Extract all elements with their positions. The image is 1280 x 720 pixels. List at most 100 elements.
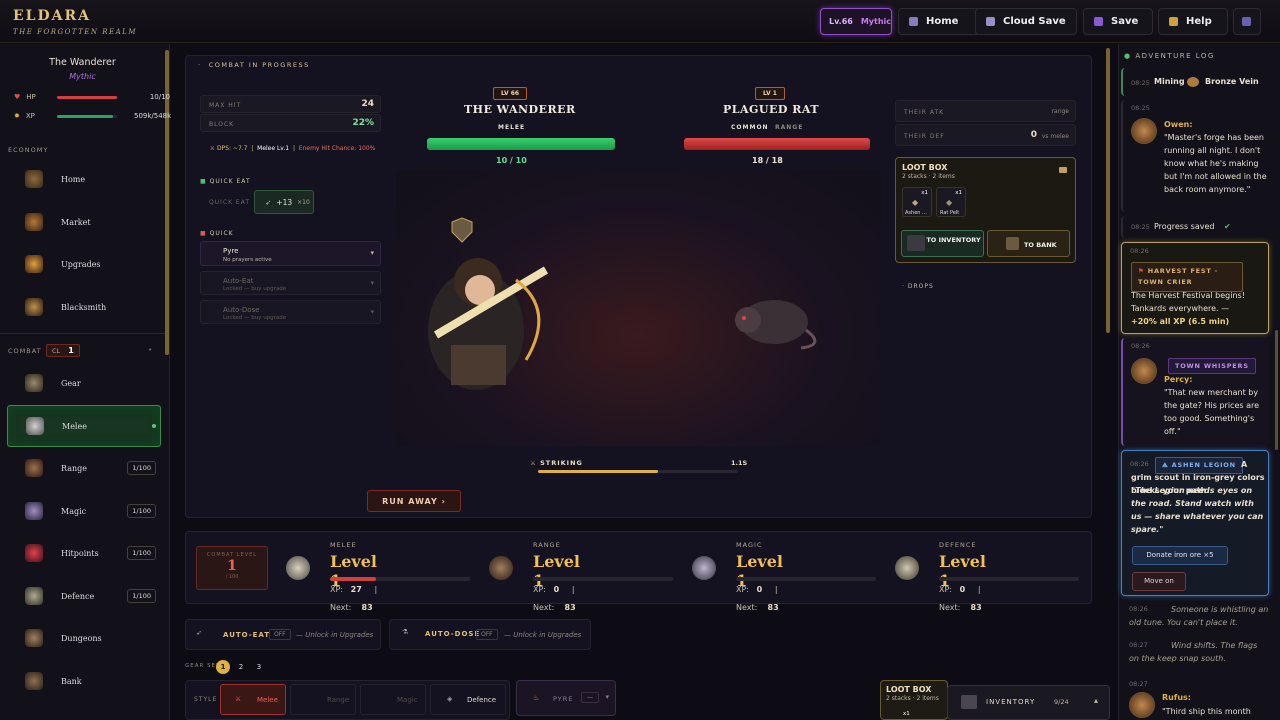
nav-label: Hitpoints: [61, 548, 99, 558]
swords-icon: ⚔: [235, 695, 242, 703]
donate-button[interactable]: Donate iron ore ×5: [1132, 546, 1228, 565]
to-inventory-button[interactable]: TO INVENTORY: [901, 230, 984, 257]
attack-timer: ⚔ STRIKING 1.1S: [396, 453, 881, 479]
nav-label: Magic: [61, 506, 87, 516]
enemy-level-tag: LV 1: [755, 87, 785, 100]
enemy-hp-bar: [684, 138, 870, 150]
log-entry: 08:25 Owen: "Master's forge has been run…: [1121, 100, 1269, 212]
gear-set-2[interactable]: 2: [234, 660, 248, 674]
inventory-count: 9/24: [1054, 698, 1069, 706]
main-scrollbar[interactable]: [1106, 48, 1110, 333]
gear-set-1[interactable]: 1: [216, 660, 230, 674]
cloud-icon: [986, 17, 995, 26]
sidebar-item-melee[interactable]: Melee: [7, 405, 161, 447]
style-defence[interactable]: ◈ Defence: [430, 684, 506, 715]
loot-item[interactable]: x1 ◆ Ashen ...: [902, 187, 932, 217]
top-bar: ELDARA THE FORGOTTEN REALM Lv.66 Mythic H…: [0, 0, 1280, 43]
xp-label: XP:: [330, 585, 343, 594]
square-icon: ■: [200, 178, 207, 185]
log-time: 08:27: [1129, 680, 1148, 688]
enemy-hp-text: 18 / 18: [752, 156, 783, 165]
pyre-title: Pyre: [223, 247, 239, 255]
style-range[interactable]: Range: [290, 684, 356, 715]
collapse-icon[interactable]: •: [148, 346, 152, 354]
auto-eat-state: OFF: [269, 629, 291, 640]
level-badge[interactable]: Lv.66 Mythic: [820, 8, 892, 35]
pyre-value: —: [581, 692, 599, 703]
max-hit-value: 24: [361, 99, 374, 109]
to-bank-button[interactable]: TO BANK: [987, 230, 1070, 257]
shield-icon: [895, 556, 919, 580]
style-magic-label: Magic: [397, 696, 418, 704]
sidebar-item-gear[interactable]: Gear: [7, 363, 161, 403]
hp-bar-fill: [57, 96, 117, 99]
cloud-save-button[interactable]: Cloud Save: [975, 8, 1077, 35]
sidebar-item-upgrades[interactable]: Upgrades: [7, 244, 161, 284]
sidebar-item-magic[interactable]: Magic 1/100: [7, 491, 161, 531]
hp-stat: ♥ HP 10/10: [14, 93, 170, 101]
log-text: Wind shifts. The flags on the keep snap …: [1129, 641, 1258, 663]
xp-value: 27: [350, 585, 362, 594]
chest-icon: [25, 213, 43, 231]
hitpoints-count: 1/100: [127, 546, 156, 560]
sidebar-item-blacksmith[interactable]: Blacksmith: [7, 287, 161, 327]
chevron-up-icon: ▴: [1094, 696, 1099, 705]
save-button[interactable]: Save: [1083, 8, 1153, 35]
auto-eat-toggle[interactable]: ➶ AUTO-EAT OFF — Unlock in Upgrades: [185, 619, 381, 650]
log-entry-event: 08:26 ⚑ HARVEST FEST · TOWN CRIER The Ha…: [1121, 242, 1269, 334]
sidebar-item-bank[interactable]: Bank: [7, 661, 161, 701]
sidebar-item-range[interactable]: Range 1/100: [7, 448, 161, 488]
sidebar-item-hitpoints[interactable]: Hitpoints 1/100: [7, 533, 161, 573]
player-rank: Mythic: [69, 72, 96, 81]
run-away-button[interactable]: RUN AWAY ›: [367, 490, 461, 512]
auto-eat-select[interactable]: Auto-Eat Locked — buy upgrade ▾: [200, 271, 381, 295]
style-melee[interactable]: ⚔ Melee: [220, 684, 286, 715]
mini-loot-box[interactable]: LOOT BOX 2 stacks · 2 items x1: [880, 680, 948, 720]
style-magic[interactable]: Magic: [360, 684, 426, 715]
ore-icon: [1187, 77, 1199, 87]
next-value: 83: [361, 603, 373, 612]
help-button[interactable]: Help: [1158, 8, 1228, 35]
skill-xp-bar: [939, 577, 1079, 581]
quick-eat-label: QUICK EAT: [209, 199, 251, 206]
chevron-down-icon: ▾: [370, 279, 374, 287]
skill-name: MAGIC: [736, 541, 763, 549]
home-button[interactable]: Home: [898, 8, 981, 35]
quick-eat-section-label: QUICK EAT: [209, 178, 251, 185]
xp-label: XP:: [533, 585, 546, 594]
log-scrollbar[interactable]: [1275, 330, 1278, 450]
xp-label: XP:: [736, 585, 749, 594]
auto-dose-note: — Unlock in Upgrades: [504, 631, 582, 639]
dps-value: DPS: ~7.7: [216, 145, 248, 152]
loot-item[interactable]: x1 ◆ Rat Pelt: [936, 187, 966, 217]
heart-icon: ♥: [14, 93, 21, 101]
auto-dose-toggle[interactable]: ⚗ AUTO-DOSE OFF — Unlock in Upgrades: [389, 619, 591, 650]
xp-value: 0: [553, 585, 560, 594]
inventory-bar[interactable]: INVENTORY 9/24 ▴: [947, 685, 1110, 720]
log-entry: 08:26 Someone is whistling an old tune. …: [1121, 602, 1269, 636]
loot-box-panel: LOOT BOX 2 stacks · 2 items x1 ◆ Ashen ...…: [895, 157, 1076, 263]
quick-eat-button[interactable]: ➶ +13 ×10: [254, 190, 314, 214]
auto-dose-select[interactable]: Auto-Dose Locked — buy upgrade ▾: [200, 300, 381, 324]
shield-icon: [25, 374, 43, 392]
max-hit-label: MAX HIT: [209, 102, 242, 109]
xp-label: XP:: [939, 585, 952, 594]
xp-value: 509k/548k: [134, 112, 172, 120]
pyre-dropdown[interactable]: ♨ PYRE — ▾: [516, 680, 616, 716]
defence-count: 1/100: [127, 589, 156, 603]
menu-button[interactable]: [1233, 8, 1261, 35]
sidebar-item-defence[interactable]: Defence 1/100: [7, 576, 161, 616]
to-bank-label: TO BANK: [1024, 241, 1057, 249]
quick-eat-section: ■ QUICK EAT: [200, 178, 251, 185]
move-on-button[interactable]: Move on: [1132, 572, 1186, 591]
sidebar-item-home[interactable]: Home: [7, 159, 161, 199]
cloud-save-label: Cloud Save: [1003, 16, 1066, 27]
their-atk-value: range: [1051, 108, 1069, 115]
pyre-select[interactable]: Pyre No prayers active ▾: [200, 241, 381, 266]
sidebar-item-dungeons[interactable]: Dungeons: [7, 618, 161, 658]
combat-level-chip: CL 1: [46, 344, 80, 357]
gear-set-3[interactable]: 3: [252, 660, 266, 674]
next-label: Next:: [939, 603, 961, 612]
sidebar-item-market[interactable]: Market: [7, 202, 161, 242]
dps-line: ⚔ DPS: ~7.7 | Melee Lv.1 | Enemy Hit Cha…: [209, 145, 376, 152]
